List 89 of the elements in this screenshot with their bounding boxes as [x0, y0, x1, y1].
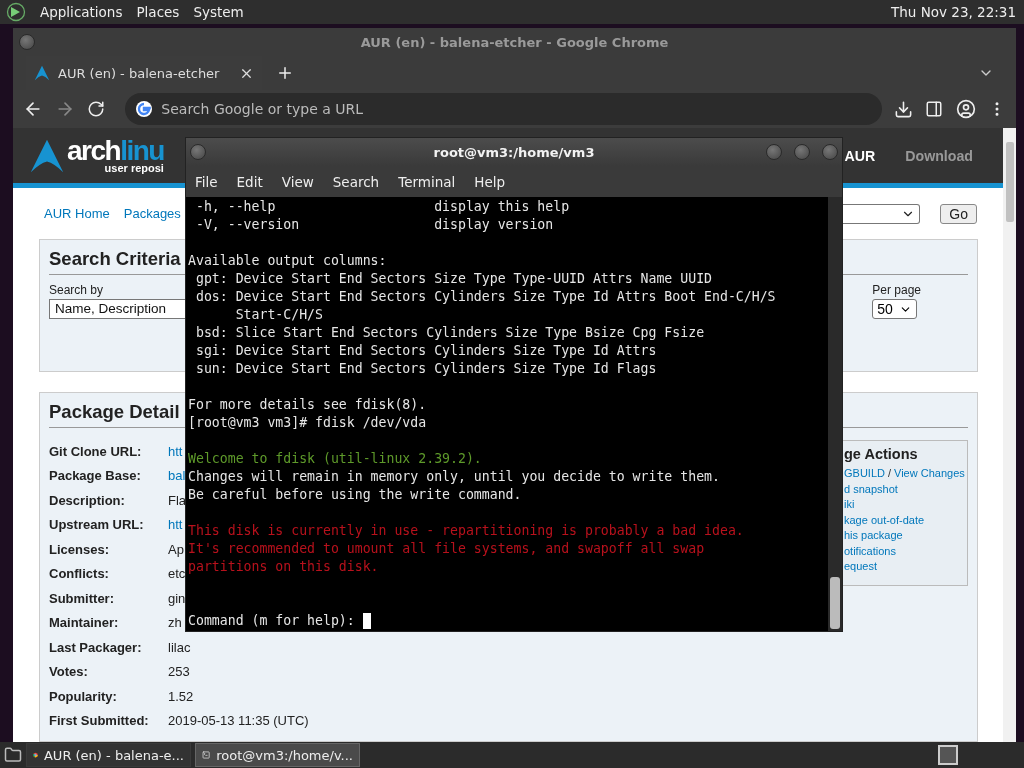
field-label: Per page	[872, 283, 921, 297]
menu-item[interactable]: View	[281, 173, 314, 190]
action-link[interactable]: his package	[844, 528, 903, 544]
field-label: Popularity:	[49, 688, 117, 704]
go-button[interactable]: Go	[940, 203, 977, 224]
field-label: Package Base:	[49, 468, 141, 484]
field-value: 253	[168, 664, 190, 680]
field-label: Git Clone URL:	[49, 443, 142, 459]
separator: /	[887, 466, 892, 481]
window-title: AUR (en) - balena-etcher - Google Chrome	[360, 34, 669, 50]
action-link[interactable]: GBUILD	[844, 466, 885, 482]
clock: Thu Nov 23, 22:31	[891, 4, 1016, 20]
breadcrumb-link[interactable]: AUR Home	[44, 206, 110, 222]
terminal-line: partitions on this disk.	[188, 558, 380, 576]
action-link[interactable]: otifications	[844, 543, 896, 559]
scrollbar[interactable]	[828, 197, 842, 631]
field-value: Fla	[168, 492, 187, 508]
action-link[interactable]: iki	[844, 497, 855, 513]
new-tab-icon[interactable]	[276, 64, 294, 82]
menu-logo-icon[interactable]	[6, 2, 26, 22]
show-desktop-icon[interactable]	[4, 746, 22, 764]
field-value: 1.52	[168, 688, 194, 704]
field-label: First Submitted:	[49, 713, 149, 729]
address-bar[interactable]: Search Google or type a URL	[125, 93, 883, 125]
google-icon	[135, 100, 154, 118]
window-title: root@vm3:/home/vm3	[433, 144, 595, 160]
field-value: 2019-05-13 11:35 (UTC)	[168, 713, 309, 729]
terminal-line: bsd: Slice Start End Sectors Cylinders Size Type Bsize Cpg Fsize	[194, 324, 706, 342]
window-menu-icon[interactable]	[190, 144, 206, 160]
menu-item[interactable]: Help	[474, 173, 506, 190]
field-label: Description:	[49, 492, 125, 508]
terminal-line: sun: Device Start End Sectors Cylinders Size Type Id Flags	[194, 360, 658, 378]
action-link[interactable]: kage out-of-date	[844, 512, 925, 528]
terminal-line: Welcome to fdisk (util-linux 2.39.2).	[188, 450, 483, 468]
field-label: Conflicts:	[49, 566, 109, 582]
panel-menu[interactable]: Applications	[40, 4, 123, 20]
taskbar-item[interactable]: root@vm3:/home/v...	[195, 743, 360, 767]
terminal-line: -h, --help display this help	[194, 198, 571, 216]
field-label: Upstream URL:	[49, 517, 144, 533]
field-value: gin	[168, 590, 186, 606]
breadcrumb-link[interactable]: Packages	[123, 206, 181, 222]
field-value: etc	[168, 566, 186, 582]
maximize-icon[interactable]	[794, 144, 810, 160]
field-label: Search by	[49, 283, 105, 297]
terminal-line: dos: Device Start End Sectors Cylinders Size Type Id Attrs Boot End-C/H/S	[194, 288, 777, 306]
taskbar-item[interactable]: AUR (en) - balena-e...	[26, 743, 191, 767]
select-field[interactable]: 50	[872, 299, 918, 319]
field-label: Votes:	[49, 664, 88, 680]
menu-item[interactable]: Terminal	[398, 173, 456, 190]
field-label: Maintainer:	[49, 615, 119, 631]
workspace-switcher[interactable]	[938, 745, 958, 765]
terminal-line: sgi: Device Start End Sectors Cylinders Size Type Id Attrs	[194, 342, 658, 360]
menu-item[interactable]: Edit	[236, 173, 263, 190]
panel-menu[interactable]: System	[193, 4, 244, 20]
link[interactable]: htt	[168, 517, 183, 533]
nav-link[interactable]: AUR	[844, 147, 876, 164]
logo-subtitle: user reposi	[104, 163, 164, 175]
terminal-line: Be careful before using the write command.	[188, 486, 523, 504]
nav-link[interactable]: Download	[905, 147, 973, 164]
field-label: Licenses:	[49, 541, 109, 557]
terminal-line: Available output columns:	[188, 252, 388, 270]
window-menu-icon[interactable]	[19, 34, 35, 50]
terminal-line: This disk is currently in use - repartitioning is probably a bad idea.	[188, 522, 745, 540]
scrollbar[interactable]	[1003, 128, 1016, 742]
select-field[interactable]	[840, 203, 921, 224]
link[interactable]: htt	[168, 443, 183, 459]
field-value: lilac	[168, 639, 191, 655]
arch-icon	[34, 65, 50, 81]
terminal-line: Start-C/H/S	[234, 306, 324, 324]
profile-icon[interactable]	[955, 98, 976, 120]
panel-heading: ge Actions	[844, 446, 919, 462]
terminal-line: -V, --version display version	[194, 216, 555, 234]
field-value: Ap	[168, 541, 184, 557]
field-label: Last Packager:	[49, 639, 142, 655]
terminal-prompt: Command (m for help):	[188, 612, 356, 630]
action-link[interactable]: equest	[844, 559, 878, 575]
menu-item[interactable]: Search	[332, 173, 380, 190]
text-cursor	[362, 613, 371, 629]
menu-item[interactable]: File	[195, 173, 218, 190]
field-label: Submitter:	[49, 590, 114, 606]
field-value: zh	[168, 615, 182, 631]
link[interactable]: bal	[168, 468, 186, 484]
terminal-line: It's recommended to umount all file systems, and swapoff all swap	[188, 540, 706, 558]
panel-menu[interactable]: Places	[136, 4, 180, 20]
action-link[interactable]: d snapshot	[844, 481, 898, 497]
minimize-icon[interactable]	[766, 144, 782, 160]
action-link[interactable]: View Changes	[894, 466, 965, 482]
terminal-line: Changes will remain in memory only, until you decide to write them.	[188, 468, 721, 486]
select-field[interactable]: Name, Description	[49, 299, 186, 319]
